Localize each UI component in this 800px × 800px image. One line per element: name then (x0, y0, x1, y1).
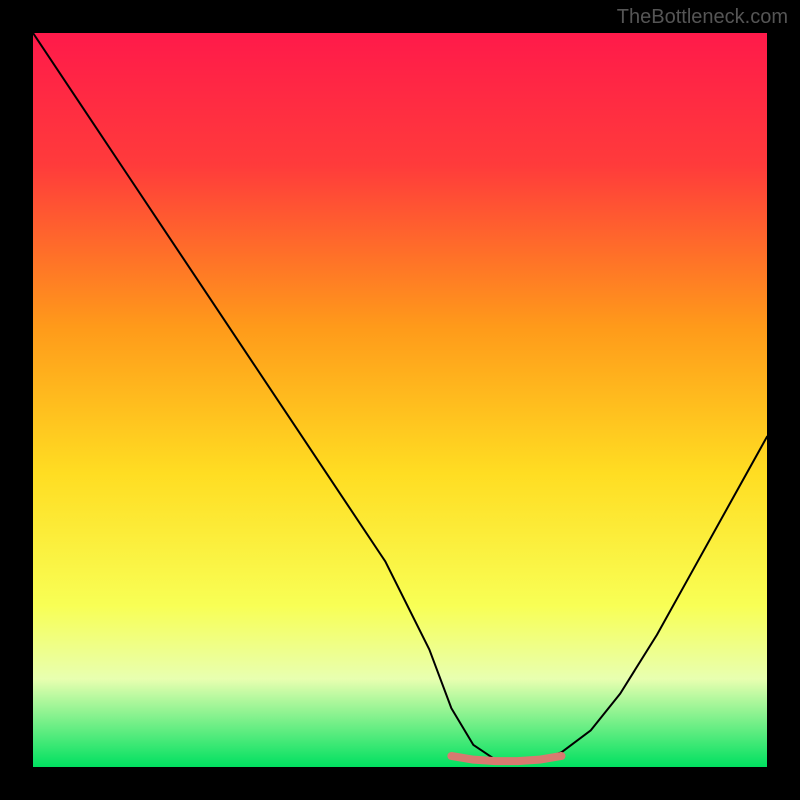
watermark-text: TheBottleneck.com (617, 6, 788, 29)
plot-area (33, 33, 767, 767)
chart-container: TheBottleneck.com (0, 0, 800, 800)
chart-svg (33, 33, 767, 767)
gradient-background (33, 33, 767, 767)
